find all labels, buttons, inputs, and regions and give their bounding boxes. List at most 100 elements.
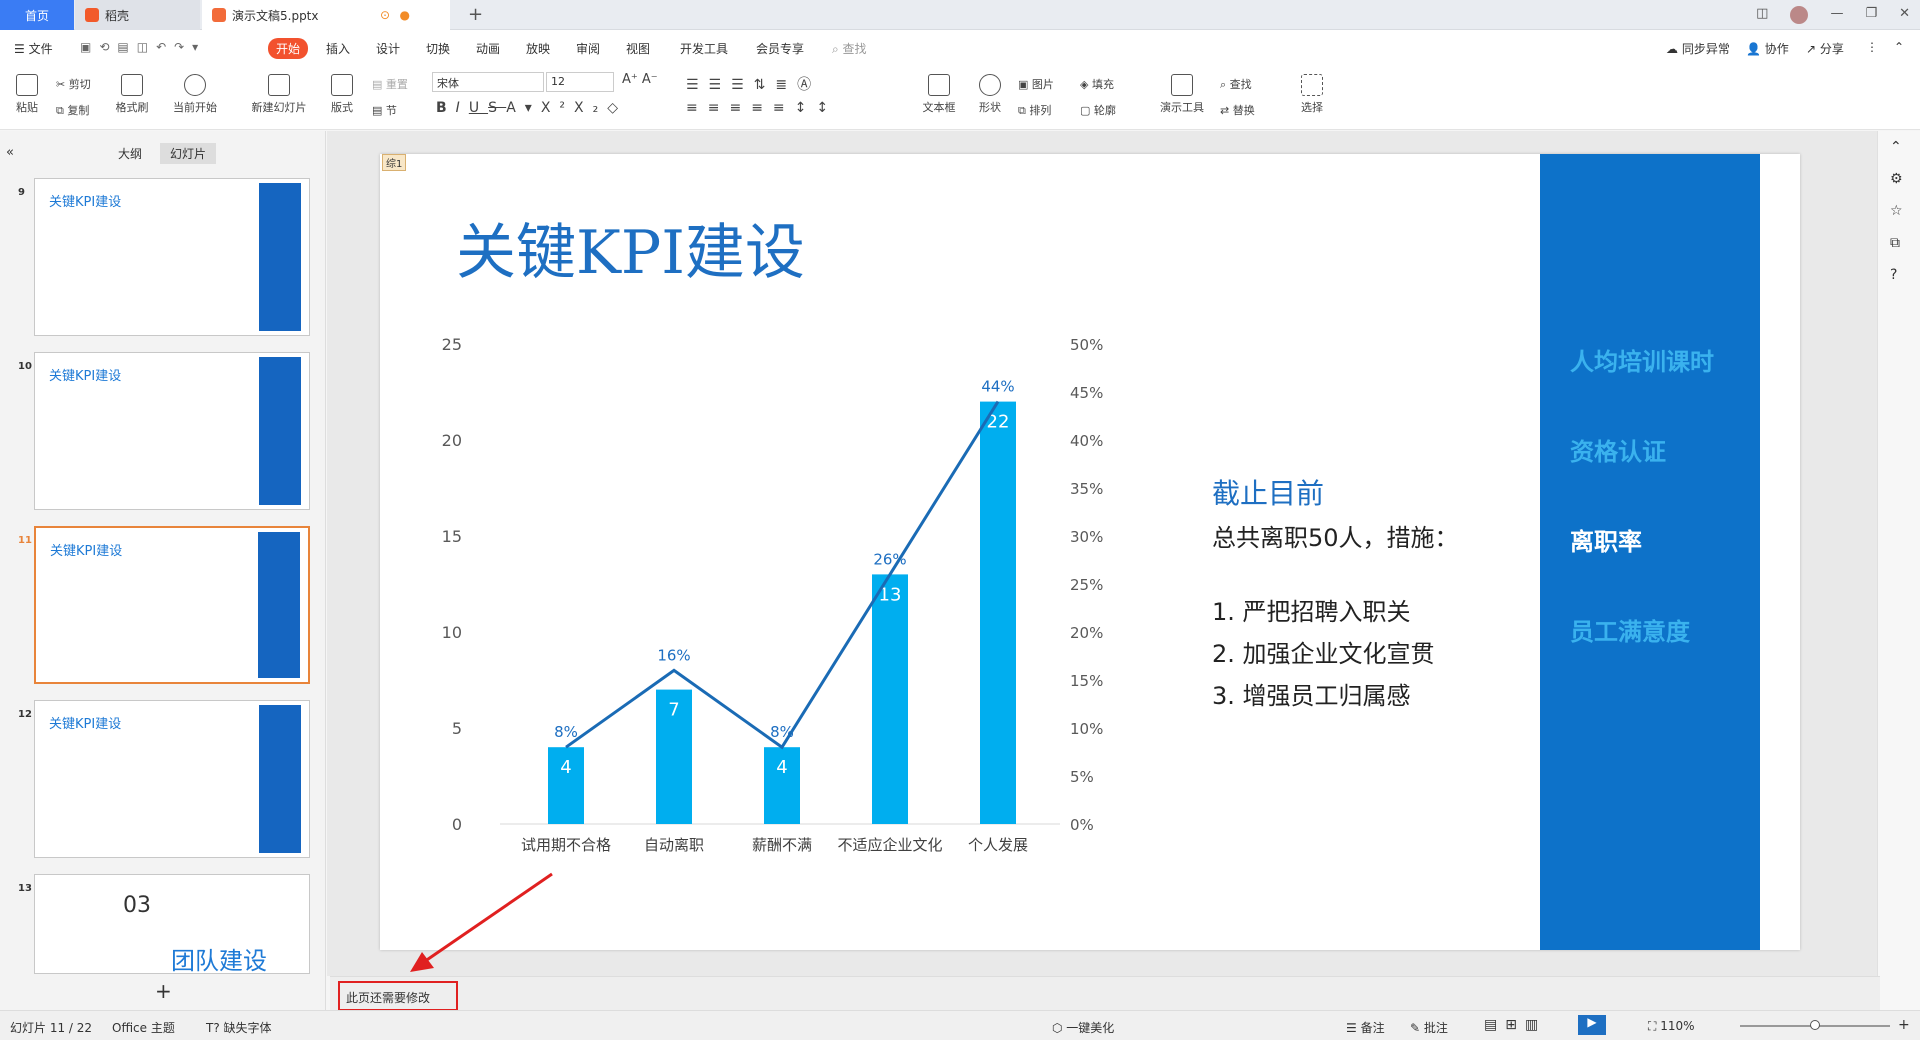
thumb-title: 关键KPI建设 [50, 544, 123, 559]
y2-tick-label: 15% [1070, 672, 1103, 690]
align-icons[interactable]: ≡≡≡≡≡↕↕ [686, 100, 838, 116]
line-point-label: 44% [981, 378, 1014, 396]
format-painter-button[interactable]: 格式刷 [110, 74, 154, 115]
menu-start[interactable]: 开始 [268, 38, 309, 59]
y-tick-label: 10 [442, 623, 462, 642]
select-icon [1301, 74, 1323, 96]
notes-area[interactable]: 此页还需要修改 [330, 976, 1880, 1011]
font-select[interactable]: 宋体 [432, 72, 544, 92]
close-icon[interactable]: ✕ [1899, 6, 1910, 24]
kpi-chart[interactable]: 0 5 10 15 20 25 0% 5% 10% 15% 20% 25% 30% 35% 40% 45% 50… [380, 294, 1130, 854]
copy-button[interactable]: ⧉ 复制 [56, 102, 89, 118]
missing-font-button[interactable]: T? 缺失字体 [206, 1019, 272, 1036]
zoom-level[interactable]: ⛶ 110% [1648, 1019, 1695, 1034]
chart-bar [872, 574, 908, 824]
format-painter-icon [121, 74, 143, 96]
tab-presentation[interactable]: 演示文稿5.pptx ⊙ ● [202, 0, 450, 30]
y2-tick-label: 25% [1070, 576, 1103, 594]
font-grow-icon[interactable]: A⁺ A⁻ [622, 72, 658, 87]
x-tick-label: 试用期不合格 [521, 836, 611, 854]
x-tick-label: 自动离职 [644, 836, 704, 854]
menu-devtools[interactable]: 开发工具 [680, 40, 728, 57]
thumb-number: 9 [18, 187, 25, 198]
quick-access-icons[interactable]: ▣⟲▤◫↶↷▾ [80, 40, 206, 54]
bar-value-label: 7 [668, 700, 679, 721]
slide-thumbnail-12[interactable]: 关键KPI建设 [34, 700, 310, 858]
collapse-ribbon-icon[interactable]: ⌃ [1894, 40, 1904, 54]
slide-thumbnail-13[interactable]: 03 团队建设 [34, 874, 310, 974]
slide-tag: 综1 [382, 154, 407, 171]
paragraph-icons[interactable]: ☰☰☰⇅≣Ⓐ [686, 74, 821, 94]
avatar[interactable] [1790, 6, 1809, 24]
menu-member[interactable]: 会员专享 [756, 40, 804, 57]
play-slideshow-button[interactable]: ▶ [1578, 1015, 1606, 1035]
slide-thumbnail-10[interactable]: 关键KPI建设 [34, 352, 310, 510]
minimize-icon[interactable]: — [1830, 6, 1843, 24]
menu-animation[interactable]: 动画 [476, 40, 500, 57]
paste-icon [16, 74, 38, 96]
font-style-icons[interactable]: BIUSA▾X²X₂◇ [436, 100, 627, 116]
comment-button[interactable]: ✎ 批注 [1410, 1019, 1448, 1036]
slide-thumbnail-11[interactable]: 关键KPI建设 [34, 526, 310, 684]
view-mode-icons[interactable]: ▤⊞▥ [1484, 1017, 1546, 1033]
textbox-icon [928, 74, 950, 96]
window-layout-icon[interactable]: ◫ [1756, 6, 1768, 24]
annotation-arrow [410, 872, 553, 972]
zoom-in-icon[interactable]: + [1898, 1017, 1910, 1033]
textbox-button[interactable]: 文本框 [914, 74, 964, 115]
menu-review[interactable]: 审阅 [576, 40, 600, 57]
beautify-button[interactable]: ⬡ 一键美化 [1052, 1019, 1114, 1036]
tab-outline[interactable]: 大纲 [118, 145, 142, 162]
paste-button[interactable]: 粘贴 [10, 74, 44, 115]
find-button[interactable]: ⌕ 查找 [1220, 76, 1252, 92]
cut-button[interactable]: ✂ 剪切 [56, 76, 91, 92]
menu-switch[interactable]: 切换 [426, 40, 450, 57]
picture-button[interactable]: ▣ 图片 [1018, 76, 1054, 92]
slide-thumbnail-9[interactable]: 关键KPI建设 [34, 178, 310, 336]
help-icon[interactable]: ? [1890, 267, 1897, 283]
present-tools-button[interactable]: 演示工具 [1150, 74, 1214, 115]
menu-design[interactable]: 设计 [376, 40, 400, 57]
collapse-panel-icon[interactable]: « [6, 145, 14, 160]
reset-button[interactable]: ▤ 重置 [372, 76, 408, 92]
y2-tick-label: 10% [1070, 720, 1103, 738]
notes-text[interactable]: 此页还需要修改 [338, 981, 458, 1011]
menu-slideshow[interactable]: 放映 [526, 40, 550, 57]
font-size-select[interactable]: 12 [546, 72, 614, 92]
thumb-section-number: 03 [123, 893, 151, 918]
shape-button[interactable]: 形状 [970, 74, 1010, 115]
collab-button[interactable]: 👤 协作 [1746, 40, 1789, 57]
layers-icon[interactable]: ⧉ [1890, 235, 1900, 251]
menu-view[interactable]: 视图 [626, 40, 650, 57]
properties-icon[interactable]: ⚙ [1890, 171, 1903, 187]
theme-name[interactable]: Office 主题 [112, 1019, 175, 1036]
layout-button[interactable]: 版式 [322, 74, 362, 115]
menu-file[interactable]: ☰ 文件 [14, 40, 53, 57]
sync-status[interactable]: ☁ 同步异常 [1666, 40, 1730, 57]
remark-button[interactable]: ☰ 备注 [1346, 1019, 1385, 1036]
more-icon[interactable]: ⋮ [1866, 40, 1878, 54]
share-button[interactable]: ↗ 分享 [1806, 40, 1844, 57]
fill-button[interactable]: ◈ 填充 [1080, 76, 1114, 92]
thumb-side-bar [259, 183, 301, 331]
new-tab-icon[interactable]: + [468, 4, 483, 25]
star-icon[interactable]: ☆ [1890, 203, 1903, 219]
section-button[interactable]: ▤ 节 [372, 102, 397, 118]
menu-insert[interactable]: 插入 [326, 40, 350, 57]
replace-button[interactable]: ⇄ 替换 [1220, 102, 1255, 118]
start-slideshow-button[interactable]: 当前开始 [166, 74, 224, 115]
add-slide-button[interactable]: + [155, 979, 172, 1003]
menu-search[interactable]: ⌕ 查找 [832, 40, 867, 57]
outline-button[interactable]: ▢ 轮廓 [1080, 102, 1116, 118]
zoom-slider-thumb[interactable] [1810, 1020, 1820, 1030]
tab-docer[interactable]: 稻壳 [75, 0, 200, 30]
collapse-icon[interactable]: ⌃ [1890, 139, 1902, 155]
tab-home[interactable]: 首页 [0, 0, 74, 30]
tab-slides[interactable]: 幻灯片 [160, 143, 217, 164]
restore-icon[interactable]: ❐ [1865, 6, 1877, 24]
new-slide-button[interactable]: 新建幻灯片 [244, 74, 314, 115]
slide-canvas[interactable]: 综1 关键KPI建设 0 5 10 15 20 25 0% 5% 10% 15% 20% 25% 30%… [380, 154, 1800, 950]
slide-title[interactable]: 关键KPI建设 [456, 204, 805, 291]
arrange-button[interactable]: ⧉ 排列 [1018, 102, 1051, 118]
select-button[interactable]: 选择 [1290, 74, 1334, 115]
